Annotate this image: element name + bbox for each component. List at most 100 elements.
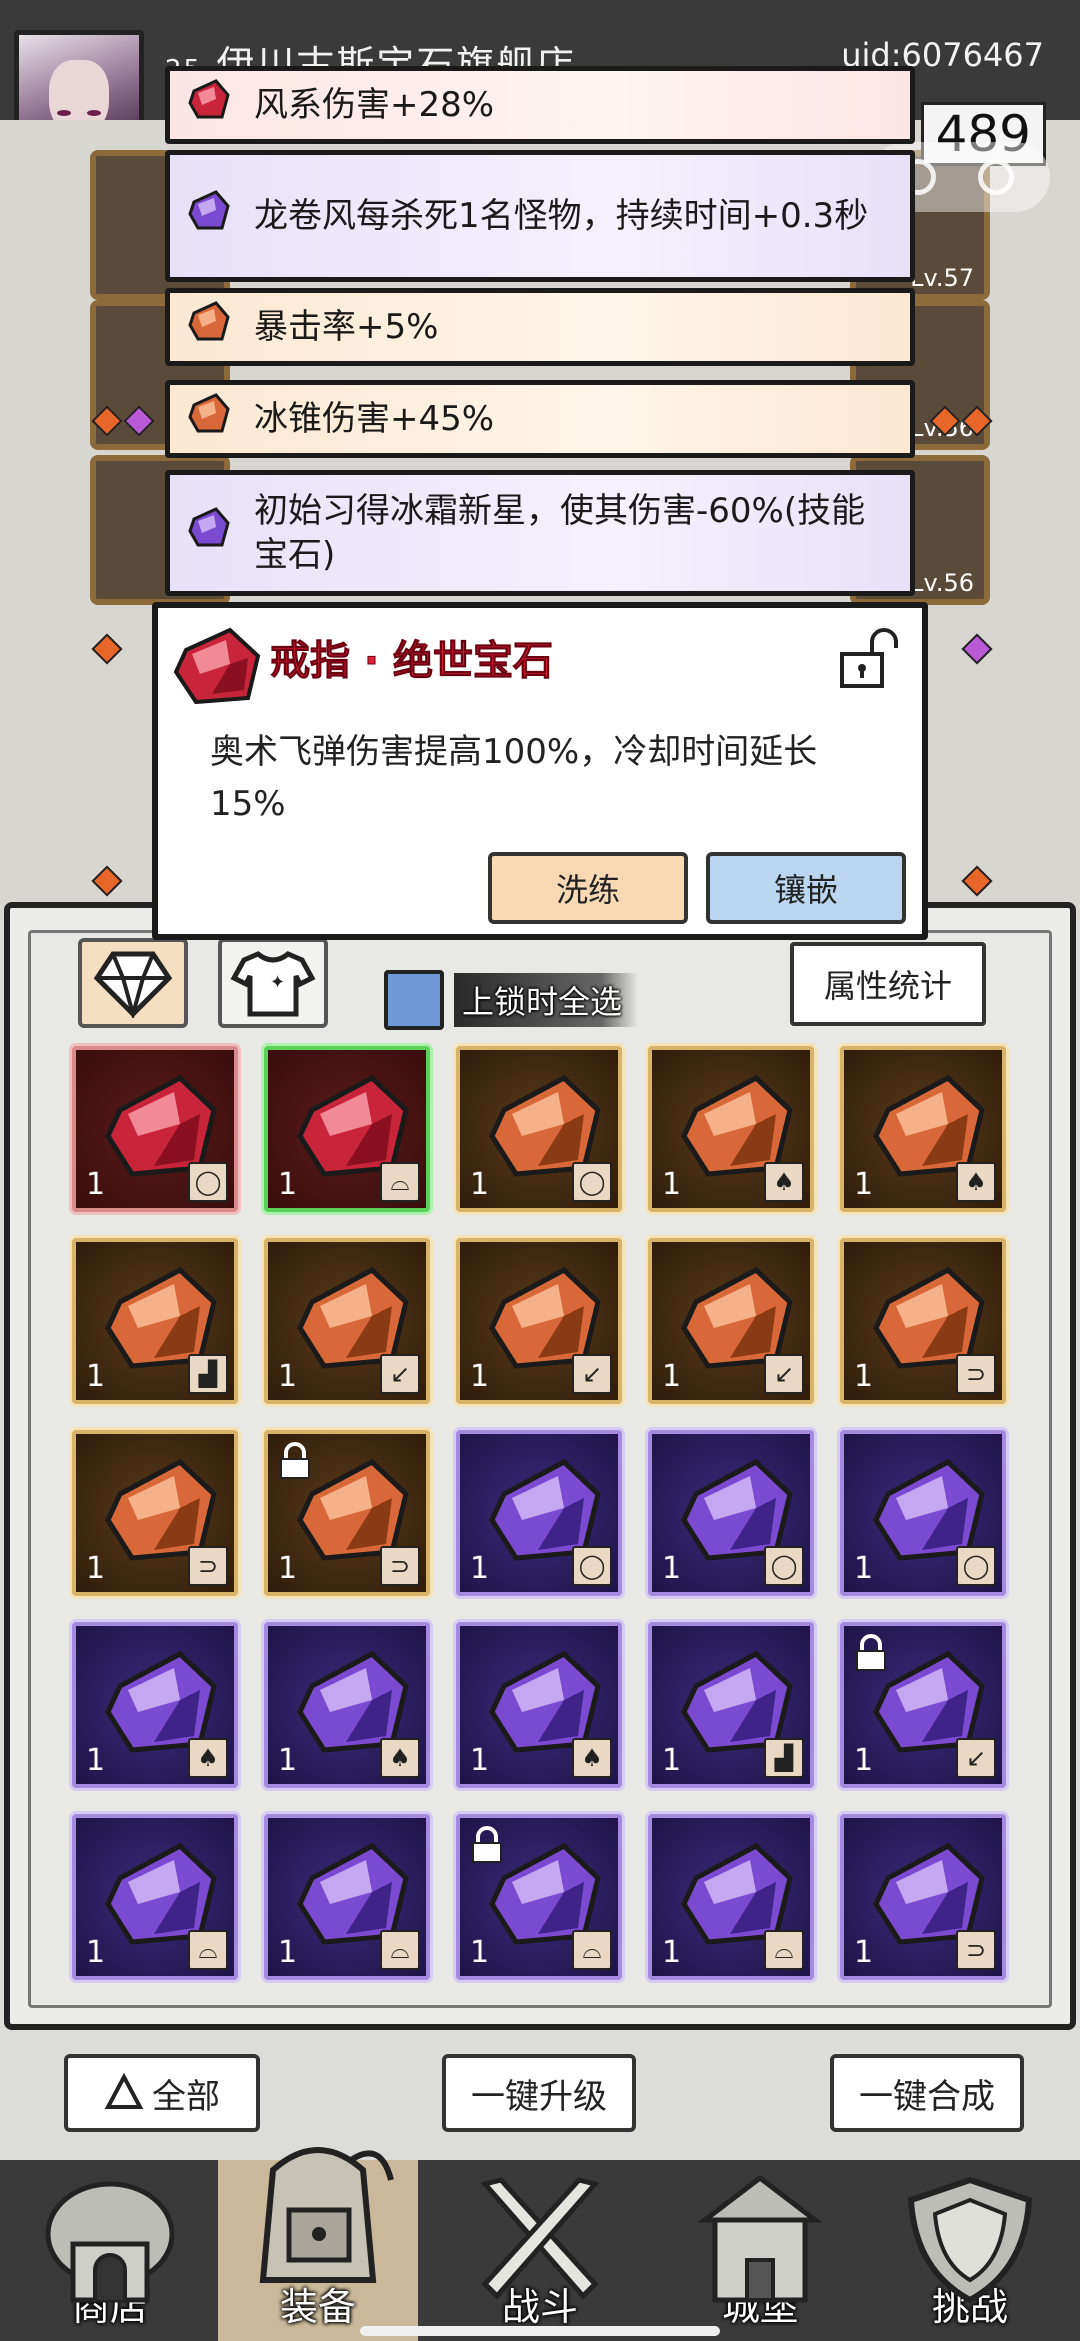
gem-quantity: 1 xyxy=(86,1167,106,1202)
ring-slot-icon: ◯ xyxy=(764,1546,804,1586)
backpack-icon xyxy=(259,2147,394,2283)
armor-slot-icon: ♠ xyxy=(764,1162,804,1202)
orange-gem-icon xyxy=(186,299,232,356)
tab-gems[interactable] xyxy=(78,938,188,1028)
gem-slot-purple[interactable]: 1 ⌓ xyxy=(648,1814,814,1980)
armor-slot-icon: ♠ xyxy=(380,1738,420,1778)
armor-slot-icon: ♠ xyxy=(188,1738,228,1778)
gem-slot-purple[interactable]: 1 ⌓ xyxy=(456,1814,622,1980)
gem-slot-purple[interactable]: 1 ◯ xyxy=(840,1430,1006,1596)
gem-slot-purple[interactable]: 1 ⌓ xyxy=(72,1814,238,1980)
gem-slot-purple[interactable]: 1 ⌓ xyxy=(264,1814,430,1980)
necklace-slot-icon: ⊃ xyxy=(956,1354,996,1394)
gem-quantity: 1 xyxy=(854,1167,874,1202)
gem-quantity: 1 xyxy=(86,1935,106,1970)
socket-diamond-icon xyxy=(961,633,993,665)
gem-slot-orange[interactable]: 1 ⊃ xyxy=(72,1430,238,1596)
necklace-slot-icon: ⊃ xyxy=(380,1546,420,1586)
affix-text: 龙卷风每杀死1名怪物，持续时间+0.3秒 xyxy=(254,196,869,236)
gem-slot-orange[interactable]: 1 ◯ xyxy=(456,1046,622,1212)
inlay-button[interactable]: 镶嵌 xyxy=(706,852,906,924)
shield-icon xyxy=(907,2176,1033,2304)
armor-slot-icon: ♠ xyxy=(956,1162,996,1202)
gem-quantity: 1 xyxy=(662,1359,682,1394)
lock-select-label: 上锁时全选 xyxy=(454,973,639,1027)
gem-slot-purple[interactable]: 1 ◯ xyxy=(456,1430,622,1596)
nav-challenge[interactable]: 挑战 xyxy=(870,2160,1070,2341)
lock-select-checkbox[interactable] xyxy=(384,970,444,1030)
close-target-icon[interactable] xyxy=(978,159,1014,195)
gem-slot-orange[interactable]: 1 ♠ xyxy=(648,1046,814,1212)
lock-icon xyxy=(854,1634,888,1676)
gem-quantity: 1 xyxy=(854,1935,874,1970)
gem-slot-red[interactable]: 1 ⌓ xyxy=(264,1046,430,1212)
gem-slot-orange[interactable]: 1 ↙ xyxy=(264,1238,430,1404)
affix-text: 暴击率+5% xyxy=(254,307,439,347)
gem-quantity: 1 xyxy=(854,1359,874,1394)
nav-shop[interactable]: 商店 xyxy=(10,2160,210,2341)
gem-quantity: 1 xyxy=(470,1167,490,1202)
necklace-slot-icon: ⊃ xyxy=(956,1930,996,1970)
hat-slot-icon: ⌓ xyxy=(380,1162,420,1202)
gem-slot-purple[interactable]: 1 ▟ xyxy=(648,1622,814,1788)
affix-text: 冰锥伤害+45% xyxy=(254,399,495,439)
weapon-slot-icon: ↙ xyxy=(572,1354,612,1394)
gem-slot-purple[interactable]: 1 ↙ xyxy=(840,1622,1006,1788)
ring-slot-icon: ◯ xyxy=(572,1162,612,1202)
gem-affix-tooltip: 风系伤害+28% xyxy=(165,66,915,144)
nav-castle[interactable]: 城堡 xyxy=(660,2160,860,2341)
ring-slot-icon: ◯ xyxy=(188,1162,228,1202)
gem-slot-orange[interactable]: 1 ♠ xyxy=(840,1046,1006,1212)
ring-slot-icon: ◯ xyxy=(572,1546,612,1586)
gem-quantity: 1 xyxy=(662,1167,682,1202)
upgrade-all-button[interactable]: 一键升级 xyxy=(442,2054,636,2132)
gem-slot-purple[interactable]: 1 ♠ xyxy=(72,1622,238,1788)
unlock-icon[interactable] xyxy=(838,628,898,694)
gem-slot-purple[interactable]: 1 ◯ xyxy=(648,1430,814,1596)
lock-select-all-toggle[interactable]: 上锁时全选 xyxy=(384,968,684,1032)
gem-slot-red[interactable]: 1 ◯ xyxy=(72,1046,238,1212)
avatar-eye xyxy=(87,110,101,116)
gem-quantity: 1 xyxy=(86,1359,106,1394)
gem-slot-orange[interactable]: 1 ⊃ xyxy=(264,1430,430,1596)
gem-slot-purple[interactable]: 1 ♠ xyxy=(456,1622,622,1788)
avatar-eye xyxy=(57,110,71,116)
gem-affix-tooltip: 冰锥伤害+45% xyxy=(165,380,915,458)
ring-slot-icon: ◯ xyxy=(956,1546,996,1586)
gem-slot-orange[interactable]: 1 ▟ xyxy=(72,1238,238,1404)
gem-quantity: 1 xyxy=(470,1551,490,1586)
gem-affix-tooltip: 初始习得冰霜新星，使其伤害-60%(技能宝石) xyxy=(165,470,915,596)
nav-equipment[interactable]: 装备 xyxy=(218,2147,418,2341)
refine-button[interactable]: 洗练 xyxy=(488,852,688,924)
nav-battle[interactable]: 战斗 xyxy=(440,2160,640,2341)
purple-gem-icon xyxy=(186,188,232,245)
hat-slot-icon: ⌓ xyxy=(572,1930,612,1970)
castle-icon xyxy=(697,2174,823,2303)
gem-slot-purple[interactable]: 1 ⊃ xyxy=(840,1814,1006,1980)
gem-slot-orange[interactable]: 1 ↙ xyxy=(648,1238,814,1404)
hat-slot-icon: ⌓ xyxy=(380,1930,420,1970)
gem-slot-purple[interactable]: 1 ♠ xyxy=(264,1622,430,1788)
merge-all-button[interactable]: 一键合成 xyxy=(830,2054,1024,2132)
filter-all-button[interactable]: 全部 xyxy=(64,2054,260,2132)
tab-equipment[interactable]: ✦ xyxy=(218,938,328,1028)
gem-slot-orange[interactable]: 1 ⊃ xyxy=(840,1238,1006,1404)
popup-title: 戒指 · 绝世宝石 xyxy=(269,638,554,685)
gem-quantity: 1 xyxy=(854,1743,874,1778)
equip-level: Lv.56 xyxy=(910,569,974,597)
gem-quantity: 1 xyxy=(470,1359,490,1394)
svg-text:✦: ✦ xyxy=(270,972,285,993)
red-gem-icon xyxy=(172,624,264,712)
gem-quantity: 1 xyxy=(86,1743,106,1778)
popup-description: 奥术飞弹伤害提高100%，冷却时间延长15% xyxy=(210,732,818,824)
lock-icon xyxy=(470,1826,504,1868)
shirt-icon: ✦ xyxy=(230,951,316,1017)
gem-quantity: 1 xyxy=(278,1359,298,1394)
attribute-stats-button[interactable]: 属性统计 xyxy=(790,942,986,1026)
orange-gem-icon xyxy=(186,391,232,448)
gem-quantity: 1 xyxy=(278,1551,298,1586)
weapon-slot-icon: ↙ xyxy=(380,1354,420,1394)
gem-affix-tooltip: 龙卷风每杀死1名怪物，持续时间+0.3秒 xyxy=(165,150,915,282)
filter-label: 全部 xyxy=(152,2076,220,2117)
gem-slot-orange[interactable]: 1 ↙ xyxy=(456,1238,622,1404)
